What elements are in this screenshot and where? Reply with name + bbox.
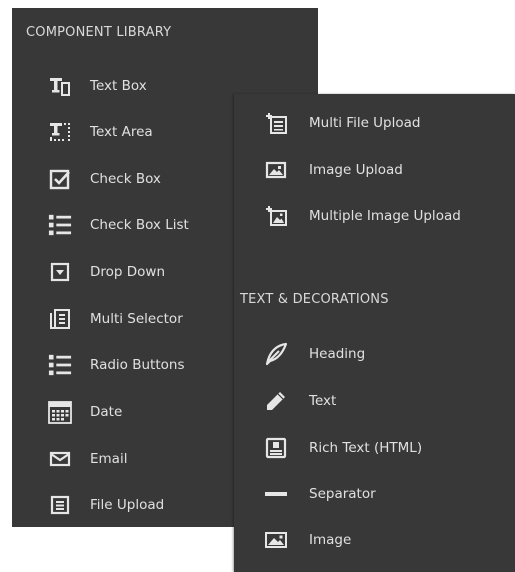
component-heading[interactable]: Heading bbox=[264, 339, 504, 369]
calendar-icon bbox=[48, 400, 72, 424]
text-decorations-header: TEXT & DECORATIONS bbox=[240, 292, 389, 307]
multiple-image-upload-icon bbox=[264, 204, 288, 228]
component-label: Date bbox=[90, 404, 123, 420]
component-label: Rich Text (HTML) bbox=[309, 440, 423, 456]
envelope-icon bbox=[48, 447, 72, 471]
component-label: Email bbox=[90, 451, 128, 467]
file-upload-icon bbox=[48, 493, 72, 517]
rich-text-icon bbox=[264, 436, 288, 460]
component-label: Multi File Upload bbox=[309, 115, 421, 131]
component-image[interactable]: Image bbox=[264, 525, 504, 555]
component-label: Text Box bbox=[90, 78, 147, 94]
component-library-header: COMPONENT LIBRARY bbox=[26, 25, 172, 40]
component-rich-text[interactable]: Rich Text (HTML) bbox=[264, 433, 504, 463]
component-separator[interactable]: Separator bbox=[264, 479, 504, 509]
separator-icon bbox=[264, 482, 288, 506]
component-label: Multiple Image Upload bbox=[309, 208, 461, 224]
component-label: Check Box bbox=[90, 171, 161, 187]
quill-pen-icon bbox=[264, 342, 288, 366]
component-label: Check Box List bbox=[90, 217, 189, 233]
component-label: File Upload bbox=[90, 497, 165, 513]
pencil-icon bbox=[264, 389, 288, 413]
image-icon bbox=[264, 528, 288, 552]
component-label: Text Area bbox=[90, 124, 153, 140]
check-box-list-icon bbox=[48, 213, 72, 237]
text-box-icon bbox=[48, 74, 72, 98]
image-upload-icon bbox=[264, 158, 288, 182]
component-label: Radio Buttons bbox=[90, 357, 185, 373]
multi-selector-icon bbox=[48, 307, 72, 331]
component-label: Heading bbox=[309, 346, 366, 362]
component-label: Multi Selector bbox=[90, 311, 183, 327]
radio-buttons-icon bbox=[48, 353, 72, 377]
component-label: Image Upload bbox=[309, 162, 403, 178]
components-overflow-panel: Multi File Upload Image Upload Multiple … bbox=[234, 94, 515, 572]
text-area-icon bbox=[48, 120, 72, 144]
check-box-icon bbox=[48, 167, 72, 191]
component-label: Text bbox=[309, 393, 337, 409]
component-multi-file-upload[interactable]: Multi File Upload bbox=[264, 108, 504, 138]
multi-file-upload-icon bbox=[264, 111, 288, 135]
drop-down-icon bbox=[48, 260, 72, 284]
component-image-upload[interactable]: Image Upload bbox=[264, 155, 504, 185]
component-label: Separator bbox=[309, 486, 376, 502]
component-text[interactable]: Text bbox=[264, 386, 504, 416]
component-label: Drop Down bbox=[90, 264, 166, 280]
component-label: Image bbox=[309, 532, 352, 548]
component-multiple-image-upload[interactable]: Multiple Image Upload bbox=[264, 201, 504, 231]
